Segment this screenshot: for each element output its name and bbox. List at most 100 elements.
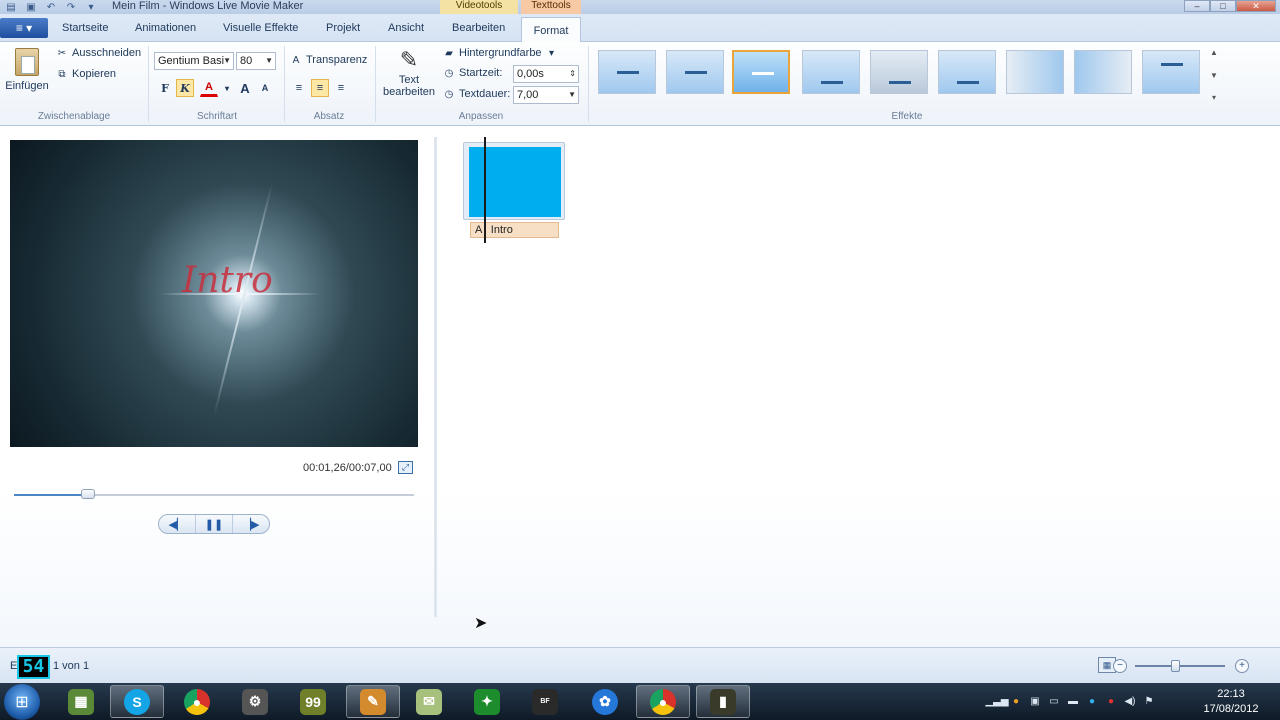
minimize-button[interactable]: – <box>1184 0 1210 12</box>
preview-overlay-text: Intro <box>182 260 273 301</box>
usb-icon[interactable]: ▬ <box>1066 695 1080 709</box>
seek-bar-thumb[interactable] <box>81 489 95 499</box>
chevron-down-icon[interactable]: ▼ <box>1210 71 1218 80</box>
start-time-value: 0,00s <box>517 68 544 80</box>
effect-thumbnail[interactable] <box>1006 50 1064 94</box>
skype-tray-icon[interactable]: ● <box>1085 695 1099 709</box>
start-time-input[interactable]: 0,00s ⇕ <box>513 65 579 83</box>
pause-button[interactable]: ❚❚ <box>196 515 233 533</box>
tab-bearbeiten[interactable]: Bearbeiten <box>452 22 505 34</box>
effect-thumbnail[interactable] <box>1142 50 1200 94</box>
font-color-button[interactable]: A <box>200 79 218 97</box>
effects-gallery-scroll[interactable]: ▲ ▼ ▾ <box>1208 48 1220 102</box>
context-tab-videotools[interactable]: Videotools <box>440 0 518 14</box>
cut-button[interactable]: ✂ Ausschneiden <box>56 47 141 59</box>
effect-thumbnail[interactable] <box>666 50 724 94</box>
pane-splitter[interactable] <box>434 137 437 617</box>
effect-thumbnail[interactable] <box>1074 50 1132 94</box>
zoom-control: − + <box>1090 657 1270 675</box>
razer-icon[interactable]: ✦ <box>460 685 514 718</box>
effect-thumbnail-selected[interactable] <box>732 50 790 94</box>
paste-button[interactable]: Einfügen <box>4 46 50 92</box>
save-icon[interactable]: ▣ <box>24 1 38 13</box>
video-preview[interactable]: Intro <box>10 140 418 447</box>
tab-startseite[interactable]: Startseite <box>62 22 108 34</box>
context-tab-texttools[interactable]: Texttools <box>521 0 581 14</box>
volume-icon[interactable]: ◀) <box>1123 695 1137 709</box>
seek-bar[interactable] <box>14 489 414 499</box>
caption-prefix: A <box>475 224 482 236</box>
battlefield-icon[interactable]: BF <box>518 685 572 718</box>
camera-app-icon[interactable]: ▮ <box>696 685 750 718</box>
status-bar: E 54 1 von 1 ▦ − + <box>0 647 1280 683</box>
duration-select[interactable]: 7,00 ▼ <box>513 86 579 104</box>
effect-thumbnail[interactable] <box>870 50 928 94</box>
group-label-effects: Effekte <box>891 111 923 122</box>
shrink-font-button[interactable]: A <box>256 79 274 97</box>
close-button[interactable]: ✕ <box>1236 0 1276 12</box>
fullscreen-preview-button[interactable]: ⤢ <box>398 461 413 474</box>
transparency-button[interactable]: A Transparenz <box>290 54 368 66</box>
steam-icon[interactable]: ⚙ <box>228 685 282 718</box>
chrome-icon[interactable]: ● <box>170 685 224 718</box>
bold-button[interactable]: F <box>156 79 174 97</box>
storyboard-clip[interactable] <box>463 142 565 220</box>
align-right-button[interactable]: ≡ <box>332 79 350 97</box>
windows-start-icon[interactable]: ⊞ <box>4 684 40 720</box>
playhead[interactable] <box>484 137 486 243</box>
grow-font-button[interactable]: A <box>236 79 254 97</box>
effect-thumbnail[interactable] <box>598 50 656 94</box>
zoom-slider-thumb[interactable] <box>1170 660 1180 672</box>
italic-button[interactable]: K <box>176 79 194 97</box>
copy-button[interactable]: ⧉ Kopieren <box>56 68 116 80</box>
ribbon-separator <box>588 46 589 122</box>
action-center-icon[interactable]: ⚑ <box>1142 695 1156 709</box>
effect-thumbnail[interactable] <box>802 50 860 94</box>
tab-ansicht[interactable]: Ansicht <box>388 22 424 34</box>
mugen-icon[interactable]: 99 <box>286 685 340 718</box>
chrome-icon[interactable]: ● <box>636 685 690 718</box>
notes-icon[interactable]: ✉ <box>402 685 456 718</box>
chevron-up-icon[interactable]: ▲ <box>1210 48 1218 57</box>
font-size-select[interactable]: 80 ▼ <box>236 52 276 70</box>
taskbar: ⊞ ▦ S ● ⚙ 99 ✎ ✉ ✦ BF ✿ ● ▮ ▁▃▅ ● ▣ ▭ ▬ … <box>0 683 1280 720</box>
minecraft-icon[interactable]: ▦ <box>54 685 108 718</box>
file-menu-button[interactable]: ≡ ▾ <box>0 18 48 38</box>
qat-dropdown-icon[interactable]: ▾ <box>84 1 98 13</box>
tab-animationen[interactable]: Animationen <box>135 22 196 34</box>
antivirus-icon[interactable]: ● <box>1104 695 1118 709</box>
maximize-button[interactable]: □ <box>1210 0 1236 12</box>
clock-icon: ◷ <box>444 88 454 100</box>
align-center-button[interactable]: ≡ <box>311 79 329 97</box>
tab-visuelle-effekte[interactable]: Visuelle Effekte <box>223 22 298 34</box>
app-menu-icon[interactable]: ▤ <box>4 1 18 13</box>
undo-icon[interactable]: ↶ <box>44 1 58 13</box>
background-color-button[interactable]: ▰ Hintergrundfarbe ▾ <box>443 47 558 59</box>
align-left-button[interactable]: ≡ <box>290 79 308 97</box>
playback-controls: ◀▏ ❚❚ ▕▶ <box>158 514 270 534</box>
spinner-icon[interactable]: ⇕ <box>569 66 576 82</box>
security-icon[interactable]: ▣ <box>1028 695 1042 709</box>
edit-text-button[interactable]: ✎ Text bearbeiten <box>380 46 438 98</box>
orange-app-icon[interactable]: ● <box>1009 695 1023 709</box>
media-app-icon[interactable]: ✿ <box>578 685 632 718</box>
tab-projekt[interactable]: Projekt <box>326 22 360 34</box>
tab-format[interactable]: Format <box>521 17 581 43</box>
gallery-expand-icon[interactable]: ▾ <box>1212 93 1216 102</box>
signal-icon[interactable]: ▁▃▅ <box>985 695 1008 709</box>
zoom-out-icon[interactable]: − <box>1113 659 1127 673</box>
next-frame-button[interactable]: ▕▶ <box>233 515 269 533</box>
movie-maker-icon[interactable]: ✎ <box>346 685 400 718</box>
zoom-slider[interactable] <box>1135 665 1225 667</box>
clip-thumbnail <box>469 147 561 217</box>
skype-icon[interactable]: S <box>110 685 164 718</box>
font-family-select[interactable]: Gentium Basi ▼ <box>154 52 234 70</box>
previous-frame-button[interactable]: ◀▏ <box>159 515 196 533</box>
taskbar-clock[interactable]: 22:13 17/08/2012 <box>1196 687 1266 717</box>
redo-icon[interactable]: ↷ <box>64 1 78 13</box>
group-label-clipboard: Zwischenablage <box>37 111 111 122</box>
zoom-in-icon[interactable]: + <box>1235 659 1249 673</box>
effect-thumbnail[interactable] <box>938 50 996 94</box>
chevron-down-icon[interactable]: ▾ <box>218 79 236 97</box>
network-icon[interactable]: ▭ <box>1047 695 1061 709</box>
